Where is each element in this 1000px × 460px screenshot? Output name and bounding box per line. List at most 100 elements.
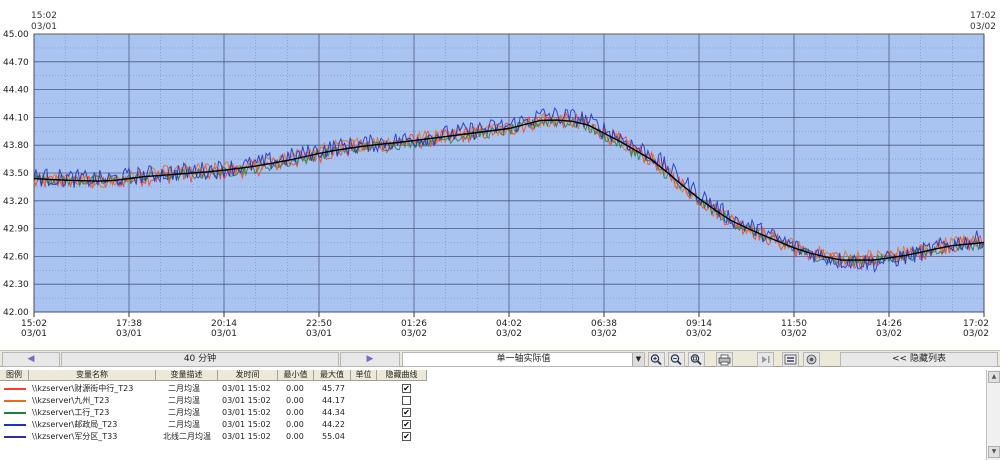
x-tick-date: 03/02 [686, 329, 712, 339]
x-tick-time: 22:50 [306, 319, 332, 329]
display-mode-value: 单一轴实际值 [496, 354, 551, 364]
variable-name: \\kzserver\军分区_T33 [32, 432, 118, 441]
variable-min: 0.00 [286, 420, 304, 429]
variable-min: 0.00 [286, 432, 304, 441]
table-row[interactable]: \\kzserver\军分区_T33 北线二月均温 03/01 15:02 0.… [0, 431, 985, 443]
legend-swatch [4, 424, 26, 426]
scroll-up-icon[interactable]: ▲ [988, 371, 1000, 383]
zoom-in-icon[interactable] [648, 352, 665, 367]
variable-max: 44.17 [322, 396, 345, 405]
chart-canvas[interactable]: 42.00 42.30 42.60 42.90 43.20 43.50 43.80 44.10… [0, 0, 1000, 345]
variable-name: \\kzserver\邮政局_T23 [32, 420, 118, 429]
col-unit[interactable]: 单位 [351, 370, 377, 381]
y-tick-label: 45.00 [3, 30, 29, 40]
variable-name: \\kzserver\财源街中行_T23 [32, 384, 134, 393]
hide-curve-checkbox[interactable]: ✔ [402, 408, 411, 417]
table-scrollbar[interactable]: ▲ ▼ [986, 370, 1000, 460]
x-tick-date: 03/01 [21, 329, 47, 339]
settings-icon[interactable] [803, 352, 820, 367]
x-tick-date: 03/02 [496, 329, 522, 339]
col-hide-curve[interactable]: 隐藏曲线 [377, 370, 427, 381]
x-tick-time: 06:38 [591, 319, 617, 329]
variable-max: 55.04 [322, 432, 345, 441]
variable-time: 03/01 15:02 [222, 420, 271, 429]
table-row[interactable]: \\kzserver\九州_T23 二月均温 03/01 15:02 0.00 … [0, 395, 985, 407]
print-icon[interactable] [716, 352, 733, 367]
variable-table: 图例 变量名称 变量描述 发时间 最小值 最大值 单位 隐藏曲线 \\kzser… [0, 370, 1000, 460]
play-end-icon[interactable] [757, 352, 774, 367]
x-tick-date: 03/02 [591, 329, 617, 339]
variable-time: 03/01 15:02 [222, 432, 271, 441]
col-time[interactable]: 发时间 [218, 370, 278, 381]
col-variable-name[interactable]: 变量名称 [29, 370, 156, 381]
col-description[interactable]: 变量描述 [156, 370, 218, 381]
zoom-out-icon[interactable] [668, 352, 685, 367]
y-tick-label: 44.70 [3, 58, 29, 68]
x-tick-time: 01:26 [401, 319, 427, 329]
x-tick-time: 09:14 [686, 319, 712, 329]
hide-curve-checkbox[interactable]: ✔ [402, 420, 411, 429]
x-tick-time: 14:26 [876, 319, 902, 329]
variable-max: 44.34 [322, 408, 345, 417]
scroll-right-button[interactable]: ▶ [340, 352, 400, 367]
hide-curve-checkbox[interactable] [402, 396, 411, 405]
x-tick-date: 03/02 [876, 329, 902, 339]
x-tick-date: 03/02 [401, 329, 427, 339]
hide-curve-checkbox[interactable]: ✔ [402, 432, 411, 441]
table-row[interactable]: \\kzserver\邮政局_T23 二月均温 03/01 15:02 0.00… [0, 419, 985, 431]
table-row[interactable]: \\kzserver\财源街中行_T23 二月均温 03/01 15:02 0.… [0, 383, 985, 395]
variable-name: \\kzserver\九州_T23 [32, 396, 110, 405]
variable-time: 03/01 15:02 [222, 384, 271, 393]
x-tick-time: 17:02 [963, 319, 989, 329]
y-tick-label: 43.50 [3, 169, 29, 179]
export-icon[interactable] [782, 352, 799, 367]
x-tick-date: 03/01 [116, 329, 142, 339]
x-tick-time: 15:02 [21, 319, 47, 329]
legend-swatch [4, 412, 26, 414]
x-tick-date: 03/02 [963, 329, 989, 339]
y-tick-label: 44.40 [3, 86, 29, 96]
variable-min: 0.00 [286, 396, 304, 405]
variable-time: 03/01 15:02 [222, 396, 271, 405]
y-tick-label: 42.90 [3, 225, 29, 235]
x-tick-date: 03/01 [306, 329, 332, 339]
y-tick-label: 42.00 [3, 308, 29, 318]
col-legend[interactable]: 图例 [0, 370, 29, 381]
chart-toolbar: ◀ 40 分钟 ▶ 单一轴实际值 ▼ << 隐藏列表 [0, 350, 1000, 367]
trend-chart[interactable]: 15:02 03/01 17:02 03/02 42.00 42.30 42.60 4… [0, 0, 1000, 345]
variable-desc: 二月均温 [168, 420, 200, 429]
y-tick-label: 43.20 [3, 197, 29, 207]
variable-min: 0.00 [286, 408, 304, 417]
variable-desc: 二月均温 [168, 396, 200, 405]
x-tick-date: 03/01 [211, 329, 237, 339]
variable-name: \\kzserver\工行_T23 [32, 408, 110, 417]
chevron-down-icon[interactable]: ▼ [632, 353, 644, 366]
variable-desc: 二月均温 [168, 384, 200, 393]
variable-time: 03/01 15:02 [222, 408, 271, 417]
x-tick-time: 17:38 [116, 319, 142, 329]
legend-swatch [4, 400, 26, 402]
legend-swatch [4, 436, 26, 438]
col-min[interactable]: 最小值 [278, 370, 314, 381]
variable-max: 45.77 [322, 384, 345, 393]
variable-min: 0.00 [286, 384, 304, 393]
x-tick-time: 20:14 [211, 319, 237, 329]
display-mode-select[interactable]: 单一轴实际值 ▼ [402, 352, 645, 367]
scroll-down-icon[interactable]: ▼ [988, 446, 1000, 458]
col-max[interactable]: 最大值 [314, 370, 351, 381]
interval-label[interactable]: 40 分钟 [61, 352, 339, 367]
variable-desc: 北线二月均温 [163, 432, 211, 441]
scroll-left-button[interactable]: ◀ [2, 352, 60, 367]
zoom-reset-icon[interactable] [688, 352, 705, 367]
y-tick-label: 43.80 [3, 141, 29, 151]
hide-curve-checkbox[interactable]: ✔ [402, 384, 411, 393]
legend-swatch [4, 388, 26, 390]
y-tick-label: 42.30 [3, 280, 29, 290]
x-tick-time: 04:02 [496, 319, 522, 329]
table-row[interactable]: \\kzserver\工行_T23 二月均温 03/01 15:02 0.00 … [0, 407, 985, 419]
variable-desc: 二月均温 [168, 408, 200, 417]
x-tick-time: 11:50 [781, 319, 807, 329]
hide-list-button[interactable]: << 隐藏列表 [840, 352, 998, 367]
variable-max: 44.22 [322, 420, 345, 429]
y-tick-label: 44.10 [3, 113, 29, 123]
